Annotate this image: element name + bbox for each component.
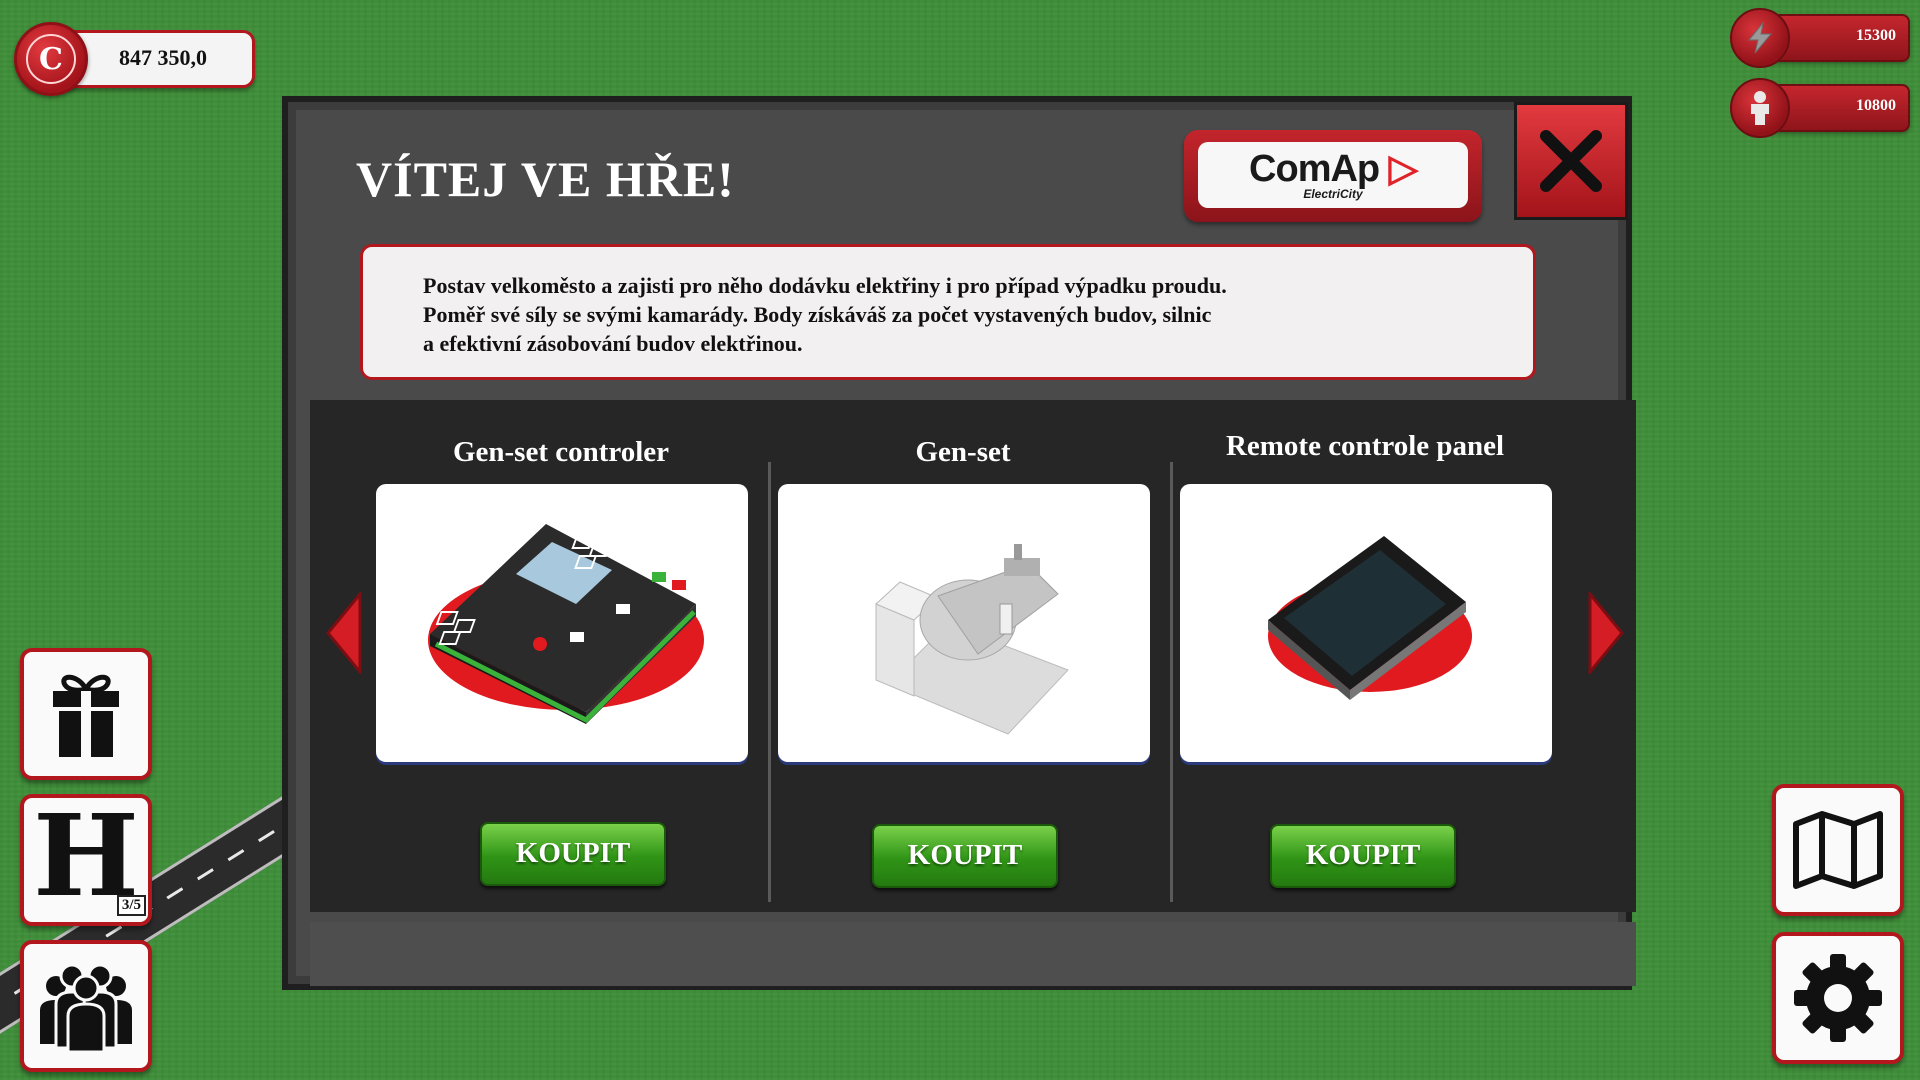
dialog-title: VÍTEJ VE HŘE!	[356, 151, 735, 207]
population-value: 10800	[1856, 97, 1896, 114]
lightning-icon	[1730, 8, 1790, 68]
product-carousel: Gen-set controler KOUPIT Gen-set KOUPIT …	[310, 400, 1636, 912]
group-icon	[40, 963, 132, 1054]
energy-counter: 15300	[1730, 8, 1910, 68]
product-image-remote-panel[interactable]	[1180, 484, 1552, 762]
gift-icon	[53, 674, 119, 757]
logo-brand-text: ComAp	[1249, 148, 1380, 190]
dialog-body: VÍTEJ VE HŘE! ComAp ▷ ElectriCity Postav…	[296, 110, 1636, 986]
dialog-footer	[310, 922, 1636, 986]
gear-icon	[1794, 954, 1882, 1042]
map-icon	[1793, 811, 1883, 889]
logo-plate: ComAp ▷ ElectriCity	[1198, 142, 1468, 208]
energy-value: 15300	[1856, 27, 1896, 44]
buy-button-genset[interactable]: KOUPIT	[872, 824, 1058, 888]
logo-brand: ComAp ▷	[1198, 146, 1468, 191]
genset-illustration	[875, 544, 1069, 735]
map-button[interactable]	[1772, 784, 1904, 916]
controller-illustration	[428, 524, 704, 724]
logo-sub: ElectriCity	[1303, 187, 1363, 201]
product-title: Remote controle panel	[1225, 430, 1505, 462]
arrow-left-icon[interactable]	[324, 592, 364, 674]
logo-play-icon: ▷	[1379, 148, 1418, 190]
product-image-genset-controller[interactable]	[376, 484, 748, 762]
coin-letter: C	[26, 34, 76, 84]
population-counter: 10800	[1730, 78, 1910, 138]
product-image-genset[interactable]	[778, 484, 1150, 762]
coin-icon: C	[14, 22, 88, 96]
description-line: Postav velkoměsto a zajisti pro něho dod…	[423, 273, 1227, 298]
close-button[interactable]	[1514, 102, 1628, 220]
houses-count: 3/5	[116, 895, 146, 916]
person-icon	[1730, 78, 1790, 138]
description-line: a efektivní zásobování budov elektřinou.	[423, 331, 803, 356]
product-title: Gen-set controler	[452, 436, 670, 468]
welcome-dialog: VÍTEJ VE HŘE! ComAp ▷ ElectriCity Postav…	[282, 96, 1636, 990]
close-icon	[1540, 130, 1602, 192]
buy-button-genset-controller[interactable]: KOUPIT	[480, 822, 666, 886]
description-line: Poměř své síly se svými kamarády. Body z…	[423, 302, 1212, 327]
product-card-genset: Gen-set KOUPIT	[766, 400, 1160, 912]
coins-value: 847 350,0	[119, 45, 207, 70]
description-box: Postav velkoměsto a zajisti pro něho dod…	[360, 244, 1536, 380]
panel-illustration	[1268, 536, 1472, 700]
product-card-genset-controller: Gen-set controler KOUPIT	[364, 400, 758, 912]
product-card-remote-panel: Remote controle panel KOUPIT	[1168, 400, 1562, 912]
product-title: Gen-set	[915, 436, 1011, 468]
comap-logo: ComAp ▷ ElectriCity	[1184, 130, 1482, 222]
arrow-right-icon[interactable]	[1586, 592, 1626, 674]
gift-button[interactable]	[20, 648, 152, 780]
settings-button[interactable]	[1772, 932, 1904, 1064]
friends-button[interactable]	[20, 940, 152, 1072]
buy-button-remote-panel[interactable]: KOUPIT	[1270, 824, 1456, 888]
houses-button[interactable]: H 3/5	[20, 794, 152, 926]
